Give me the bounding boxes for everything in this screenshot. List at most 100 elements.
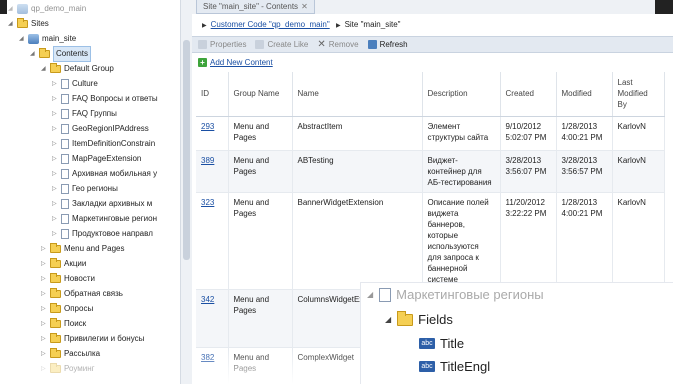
table-cell-group: Menu and Pages: [228, 192, 293, 290]
breadcrumb-customer-link[interactable]: Customer Code "qp_demo_main": [211, 20, 330, 29]
expand-icon[interactable]: ▷: [41, 287, 47, 301]
expand-icon[interactable]: ▷: [41, 347, 47, 361]
column-header[interactable]: Group Name: [228, 72, 293, 117]
column-header[interactable]: Name: [292, 72, 423, 117]
collapse-icon[interactable]: ◢: [19, 32, 25, 46]
tab-site-contents[interactable]: Site "main_site" - Contents ✕: [196, 0, 315, 14]
table-row[interactable]: 389 Menu and Pages ABTesting Виджет-контейн…: [196, 150, 665, 193]
column-header[interactable]: Modified: [556, 72, 613, 117]
tree-item[interactable]: ▷ Продуктовое направл: [52, 227, 153, 241]
expand-icon[interactable]: ▷: [41, 242, 47, 256]
table-cell-group: Menu and Pages: [228, 150, 293, 193]
tree-item[interactable]: ◢ Default Group: [41, 62, 114, 76]
table-cell-by: KarlovN: [612, 116, 665, 151]
folder-icon: [50, 258, 61, 268]
tree-item[interactable]: ◢ main_site: [19, 32, 76, 46]
add-new-content-link[interactable]: Add New Content: [210, 58, 273, 67]
tree-item-label: qp_demo_main: [31, 4, 87, 13]
column-header[interactable]: Created: [500, 72, 557, 117]
document-icon: [61, 184, 69, 194]
content-id-link[interactable]: 342: [201, 295, 214, 304]
table-cell-by: KarlovN: [612, 192, 665, 290]
document-icon: [61, 229, 69, 239]
tree-item[interactable]: ▷ Рассылка: [41, 347, 100, 361]
expand-icon[interactable]: ▷: [52, 227, 58, 241]
tree-item[interactable]: ▷ FAQ Группы: [52, 107, 117, 121]
tree-item[interactable]: ▷ Menu and Pages: [41, 242, 125, 256]
tree-item[interactable]: ▷ Обратная связь: [41, 287, 123, 301]
tree-item[interactable]: ▷ MapPageExtension: [52, 152, 141, 166]
refresh-icon: [367, 40, 377, 49]
expand-icon[interactable]: ▷: [52, 107, 58, 121]
tree-item-label: Маркетинговые регион: [72, 214, 157, 223]
create-like-button[interactable]: Create Like: [255, 40, 308, 49]
zoom-field-item[interactable]: abc TitleEngl: [419, 359, 490, 374]
table-cell-name: ABTesting: [292, 150, 423, 193]
expand-icon[interactable]: ▷: [52, 77, 58, 91]
tree-item[interactable]: ▷ Culture: [52, 77, 98, 91]
tree-item[interactable]: ▷ Роуминг: [41, 362, 95, 376]
expand-icon[interactable]: ▷: [41, 362, 47, 376]
expand-icon[interactable]: ▷: [52, 92, 58, 106]
expand-icon[interactable]: ▷: [41, 257, 47, 271]
collapse-icon[interactable]: ◢: [30, 47, 36, 61]
expand-icon[interactable]: ▷: [52, 152, 58, 166]
content-id-link[interactable]: 323: [201, 198, 214, 207]
zoom-fields-folder[interactable]: ◢ Fields: [385, 310, 453, 327]
tree-item[interactable]: ◢ Contents: [30, 46, 92, 62]
tree-item[interactable]: ◢ qp_demo_main: [8, 2, 86, 16]
expand-icon[interactable]: ▷: [41, 272, 47, 286]
tree-item[interactable]: ▷ Гео регионы: [52, 182, 118, 196]
table-cell-created: 11/20/2012 3:22:22 PM: [500, 192, 557, 290]
table-cell-id: 389: [196, 150, 229, 193]
table-row[interactable]: 293 Menu and Pages AbstractItem Элемент стр…: [196, 116, 665, 151]
column-header[interactable]: Last Modified By: [612, 72, 665, 117]
expand-icon[interactable]: ▷: [52, 212, 58, 226]
tree-item[interactable]: ▷ Поиск: [41, 317, 86, 331]
folder-icon: [397, 310, 414, 326]
tree-item[interactable]: ▷ Закладки архивных м: [52, 197, 152, 211]
tree-item[interactable]: ▷ Опросы: [41, 302, 93, 316]
tree-scrollbar-thumb[interactable]: [183, 40, 190, 260]
tree-item[interactable]: ▷ GeoRegionIPAddress: [52, 122, 149, 136]
properties-label: Properties: [210, 40, 247, 49]
refresh-button[interactable]: Refresh: [367, 40, 408, 49]
expand-icon[interactable]: ▷: [41, 332, 47, 346]
expand-icon[interactable]: ▷: [52, 122, 58, 136]
tree-item[interactable]: ▷ Новости: [41, 272, 95, 286]
column-header[interactable]: Description: [422, 72, 501, 117]
content-id-link[interactable]: 293: [201, 122, 214, 131]
expand-icon[interactable]: ▷: [41, 317, 47, 331]
expand-icon[interactable]: ▷: [52, 182, 58, 196]
tree-scrollbar[interactable]: [180, 0, 192, 384]
expand-icon[interactable]: ▷: [41, 302, 47, 316]
tree-item[interactable]: ▷ Привилегии и бонусы: [41, 332, 144, 346]
table-row[interactable]: 323 Menu and Pages BannerWidgetExtension Оп…: [196, 192, 665, 290]
content-id-link[interactable]: 389: [201, 156, 214, 165]
document-icon: [61, 214, 69, 224]
collapse-icon[interactable]: ◢: [8, 2, 14, 16]
add-new-content[interactable]: + Add New Content: [198, 58, 273, 67]
text-field-icon: abc: [419, 338, 435, 349]
collapse-icon[interactable]: ◢: [8, 17, 14, 31]
expand-icon[interactable]: ▷: [52, 167, 58, 181]
zoom-field-label: Title: [440, 336, 465, 351]
tree-item[interactable]: ▷ Маркетинговые регион: [52, 212, 157, 226]
zoom-field-item[interactable]: abc Title: [419, 336, 464, 351]
tree-item[interactable]: ◢ Sites: [8, 17, 49, 31]
column-header[interactable]: ID: [196, 72, 229, 117]
tree-item[interactable]: ▷ Архивная мобильная у: [52, 167, 157, 181]
close-icon[interactable]: ✕: [301, 2, 308, 11]
collapse-icon[interactable]: ◢: [41, 62, 47, 76]
tree-item-label: ItemDefinitionConstrain: [72, 139, 156, 148]
zoom-tree-item[interactable]: ◢ Маркетинговые регионы: [367, 287, 544, 302]
create-like-label: Create Like: [267, 40, 309, 49]
expand-icon[interactable]: ▷: [52, 137, 58, 151]
tree-item[interactable]: ▷ Акции: [41, 257, 86, 271]
expand-icon[interactable]: ▷: [52, 197, 58, 211]
properties-button[interactable]: Properties: [198, 40, 246, 49]
remove-button[interactable]: ✕ Remove: [317, 39, 358, 50]
document-icon: [61, 79, 69, 89]
tree-item[interactable]: ▷ ItemDefinitionConstrain: [52, 137, 155, 151]
tree-item[interactable]: ▷ FAQ Вопросы и ответы: [52, 92, 158, 106]
